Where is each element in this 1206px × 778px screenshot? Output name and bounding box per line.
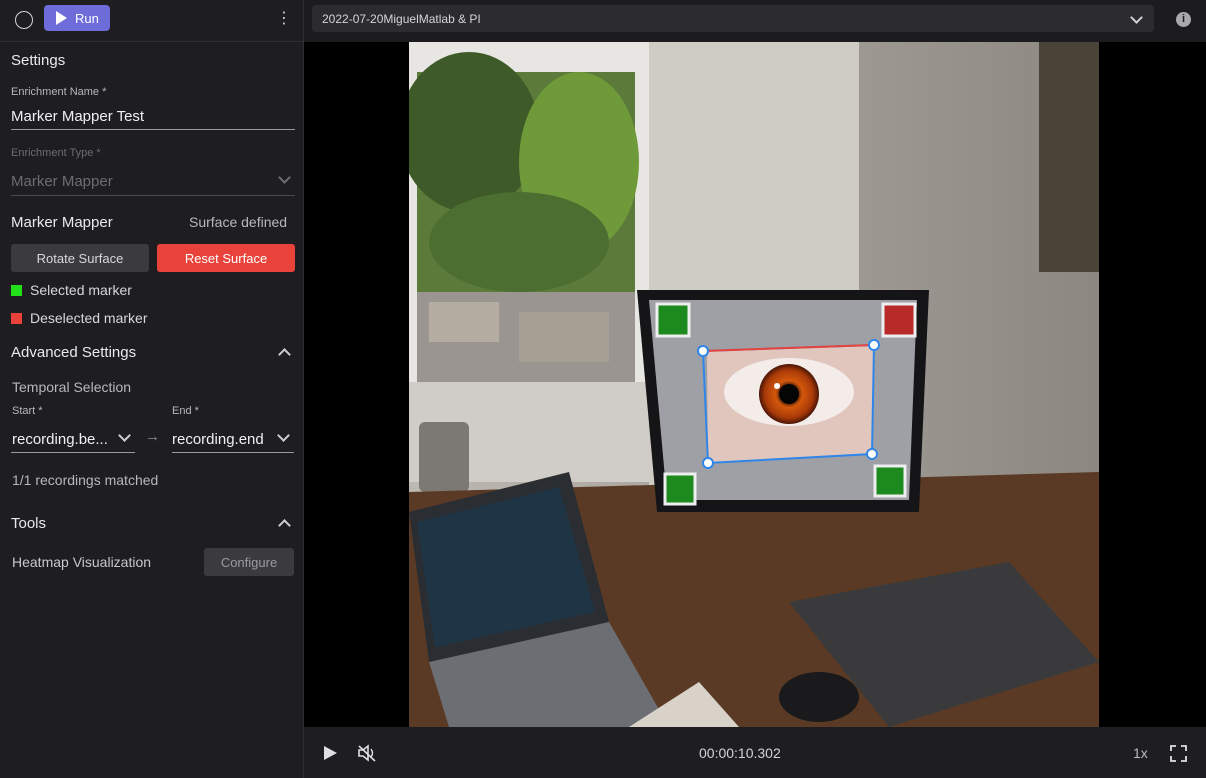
recordings-matched: 1/1 recordings matched: [12, 472, 159, 488]
start-label: Start *: [12, 405, 43, 417]
end-chevron-down-icon[interactable]: [277, 429, 290, 442]
scene-image: [409, 42, 1099, 727]
end-label: End *: [172, 405, 199, 417]
status-circle-icon[interactable]: [15, 11, 33, 29]
arrow-right-icon: →: [145, 428, 160, 445]
mute-icon[interactable]: [357, 744, 379, 762]
rotate-surface-button[interactable]: Rotate Surface: [11, 244, 149, 272]
selected-marker-label: Selected marker: [30, 282, 132, 298]
enrichment-name-underline: [11, 129, 295, 130]
end-underline: [172, 452, 294, 453]
tools-title[interactable]: Tools: [11, 515, 46, 532]
legend-deselected-marker: Deselected marker: [11, 310, 148, 326]
end-select[interactable]: recording.end: [172, 431, 264, 448]
deselected-marker-label: Deselected marker: [30, 310, 148, 326]
selected-swatch: [11, 284, 22, 296]
enrichment-type-chevron-down-icon: [278, 171, 291, 184]
temporal-selection-label: Temporal Selection: [12, 379, 132, 395]
fullscreen-icon[interactable]: [1170, 745, 1187, 762]
info-icon[interactable]: i: [1176, 12, 1191, 27]
enrichment-name-input[interactable]: Marker Mapper Test: [11, 108, 144, 125]
marker-mapper-title: Marker Mapper: [11, 214, 113, 231]
surface-status: Surface defined: [189, 214, 288, 230]
sidebar-toolbar: Run ⋮: [0, 0, 304, 42]
sidebar: Run ⋮ Settings Enrichment Name * Marker …: [0, 0, 304, 778]
playback-time: 00:00:10.302: [699, 745, 781, 761]
playback-speed[interactable]: 1x: [1133, 745, 1148, 761]
tools-chevron-up-icon[interactable]: [278, 519, 291, 532]
configure-button[interactable]: Configure: [204, 548, 294, 576]
enrichment-type-underline: [11, 195, 295, 196]
legend-selected-marker: Selected marker: [11, 282, 132, 298]
run-button[interactable]: Run: [44, 5, 110, 31]
run-button-label: Run: [75, 10, 99, 26]
start-chevron-down-icon[interactable]: [118, 429, 131, 442]
enrichment-name-label: Enrichment Name *: [11, 86, 107, 98]
scene-video-frame[interactable]: [409, 42, 1099, 727]
recording-select[interactable]: 2022-07-20MiguelMatlab & PI: [312, 5, 1154, 32]
recording-select-value: 2022-07-20MiguelMatlab & PI: [322, 11, 481, 26]
play-icon: [56, 11, 67, 25]
enrichment-type-label: Enrichment Type *: [11, 147, 101, 159]
heatmap-visualization-label: Heatmap Visualization: [12, 554, 152, 570]
start-select[interactable]: recording.be...: [12, 431, 108, 448]
kebab-menu-icon[interactable]: ⋮: [276, 10, 292, 28]
reset-surface-button[interactable]: Reset Surface: [157, 244, 295, 272]
play-button-icon[interactable]: [324, 746, 337, 760]
enrichment-type-select: Marker Mapper: [11, 173, 113, 190]
start-underline: [11, 452, 135, 453]
advanced-settings-title[interactable]: Advanced Settings: [11, 344, 136, 361]
deselected-swatch: [11, 312, 22, 324]
settings-heading: Settings: [11, 52, 66, 69]
advanced-chevron-up-icon[interactable]: [278, 348, 291, 361]
